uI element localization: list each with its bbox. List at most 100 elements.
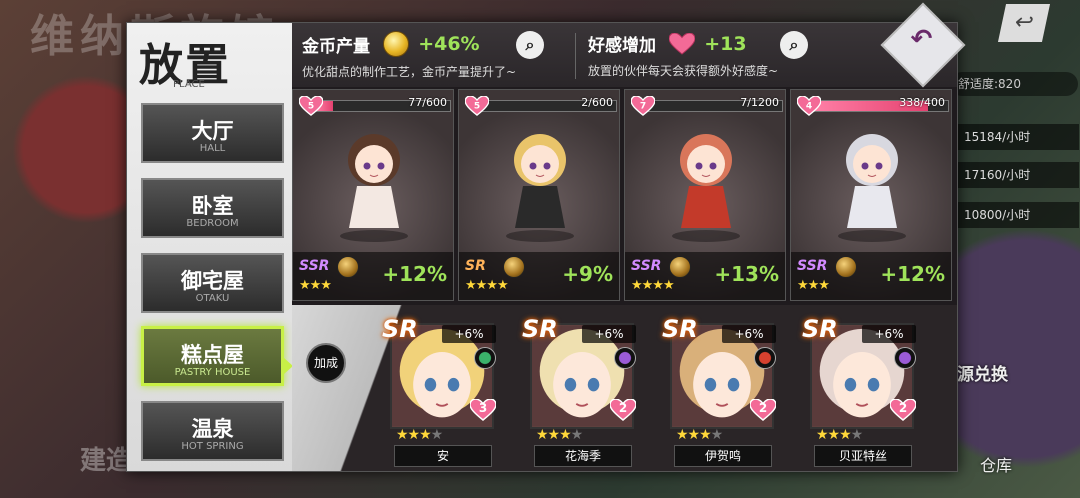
tab-label: 御宅屋: [181, 269, 244, 293]
skill-orb-icon: [835, 256, 857, 278]
gold-output-label: 金币产量: [302, 36, 370, 57]
element-icon: [894, 347, 916, 369]
skill-orb-icon: [503, 256, 525, 278]
tab-hall[interactable]: 大厅 HALL: [141, 103, 284, 163]
build-button[interactable]: 建造: [80, 440, 132, 477]
affection-label: 好感增加: [588, 36, 656, 56]
heart-level-text: 2: [898, 401, 908, 415]
character-bonus: +12%: [382, 262, 447, 286]
affection-desc: 放置的伙伴每天会获得额外好感度~: [588, 64, 779, 78]
rarity-badge: SSR: [299, 258, 330, 274]
character-card[interactable]: 7 7/1200 SSR ★★★★ +13%: [624, 89, 786, 301]
background-return-icon[interactable]: ↩: [997, 4, 1051, 42]
gold-output-value: +46%: [418, 33, 480, 55]
affection-progress-text: 77/600: [408, 96, 447, 109]
gold-output-desc: 优化甜点的制作工艺，金币产量提升了~: [302, 65, 517, 79]
level-heart-icon: 7: [631, 96, 655, 116]
star-rating: ★★★★: [396, 427, 443, 443]
support-name: 花海季: [534, 445, 632, 467]
boost-button[interactable]: 加成: [306, 343, 346, 383]
affection-progress-text: 2/600: [581, 96, 613, 109]
background-right-panel: ↩ 舒适度:820 15184/小时 17160/小时 10800/小时 资源兑…: [940, 0, 1080, 498]
support-bonus: +6%: [722, 325, 776, 343]
character-card[interactable]: 5 77/600 SSR ★★★ +12%: [292, 89, 454, 301]
warehouse-button[interactable]: 仓库: [980, 452, 1012, 476]
tab-label: 卧室: [191, 194, 234, 218]
rarity-badge: SSR: [797, 258, 828, 274]
star-rating: ★★★★: [536, 427, 583, 443]
heart-icon: [669, 32, 696, 55]
heart-level-text: 2: [758, 401, 768, 415]
rate-readout: 17160/小时: [950, 162, 1079, 188]
svg-text:5: 5: [474, 102, 480, 112]
star-rating: ★★★: [299, 278, 332, 293]
heart-level-badge: 2: [749, 398, 777, 421]
tab-label-en: HALL: [199, 143, 226, 154]
skill-orb-icon: [669, 256, 691, 278]
element-icon: [614, 347, 636, 369]
heart-level-text: 3: [478, 401, 488, 415]
bonus-header: 金币产量 +46% 优化甜点的制作工艺，金币产量提升了~ ⌕ 好感增加 +13 …: [292, 23, 957, 87]
header-divider: [575, 33, 576, 79]
rarity-badge: SR: [465, 258, 486, 274]
heart-level-badge: 3: [469, 398, 497, 421]
tab-label: 大厅: [191, 119, 234, 143]
support-name: 安: [394, 445, 492, 467]
tab-label-en: HOT SPRING: [181, 441, 244, 452]
support-member[interactable]: SR +6% 2 ★★★★ 贝亚特丝: [800, 315, 924, 467]
character-sprite: [340, 134, 408, 242]
character-sprite: [838, 134, 906, 242]
support-member[interactable]: SR +6% 2 ★★★★ 伊贺鸣: [660, 315, 784, 467]
character-sprite: [672, 134, 740, 242]
character-info-bar: SSR ★★★★ +13%: [625, 252, 785, 300]
comfort-readout: 舒适度:820: [950, 72, 1078, 96]
affection-progress-text: 338/400: [899, 96, 945, 109]
character-bonus: +13%: [714, 262, 779, 286]
element-icon: [754, 347, 776, 369]
rarity-badge: SR: [382, 315, 418, 343]
affection-progress-text: 7/1200: [740, 96, 779, 109]
character-info-bar: SSR ★★★ +12%: [293, 252, 453, 300]
empty-star: ★: [710, 427, 724, 443]
svg-text:5: 5: [308, 102, 314, 112]
return-arrow-icon: ↶: [910, 24, 933, 55]
element-icon: [474, 347, 496, 369]
character-info-bar: SR ★★★★ +9%: [459, 252, 619, 300]
level-heart-icon: 5: [299, 96, 323, 116]
affection-block: 好感增加 +13 放置的伙伴每天会获得额外好感度~: [588, 31, 778, 79]
support-member[interactable]: SR +6% 2 ★★★★ 花海季: [520, 315, 644, 467]
tab-pastry-house[interactable]: 糕点屋 PASTRY HOUSE: [141, 326, 284, 386]
support-bonus: +6%: [582, 325, 636, 343]
support-name: 伊贺鸣: [674, 445, 772, 467]
tab-otaku[interactable]: 御宅屋 OTAKU: [141, 253, 284, 313]
support-bonus: +6%: [862, 325, 916, 343]
affection-value: +13: [704, 32, 747, 55]
tab-label-en: PASTRY HOUSE: [174, 367, 251, 378]
tab-label-en: BEDROOM: [186, 218, 239, 229]
support-bonus: +6%: [442, 325, 496, 343]
empty-star: ★: [850, 427, 864, 443]
svg-text:7: 7: [640, 102, 646, 112]
skill-orb-icon: [337, 256, 359, 278]
tab-hot-spring[interactable]: 温泉 HOT SPRING: [141, 401, 284, 461]
character-card[interactable]: 4 338/400 SSR ★★★ +12%: [790, 89, 952, 301]
tab-label: 温泉: [191, 417, 234, 441]
character-bonus: +9%: [562, 262, 613, 286]
star-rating: ★★★: [797, 278, 830, 293]
star-rating: ★★★★: [676, 427, 724, 443]
svg-text:4: 4: [806, 102, 812, 112]
heart-level-badge: 2: [889, 398, 917, 421]
level-heart-icon: 5: [465, 96, 489, 116]
star-rating: ★★★★: [816, 427, 864, 443]
gold-info-search-icon[interactable]: ⌕: [516, 31, 544, 59]
character-bonus: +12%: [880, 262, 945, 286]
star-rating: ★★★★: [465, 278, 509, 293]
support-name: 贝亚特丝: [814, 445, 912, 467]
character-card[interactable]: 5 2/600 SR ★★★★ +9%: [458, 89, 620, 301]
support-member[interactable]: SR +6% 3 ★★★★ 安: [380, 315, 504, 467]
affection-info-search-icon[interactable]: ⌕: [780, 31, 808, 59]
support-area: 加成 SR +6% 3 ★★★★ 安 SR +6% 2 ★★★★ 花海季 SR +6% 2 ★★★★ 伊…: [292, 305, 957, 471]
heart-level-text: 2: [618, 401, 628, 415]
tab-bedroom[interactable]: 卧室 BEDROOM: [141, 178, 284, 238]
rarity-badge: SR: [802, 315, 838, 343]
